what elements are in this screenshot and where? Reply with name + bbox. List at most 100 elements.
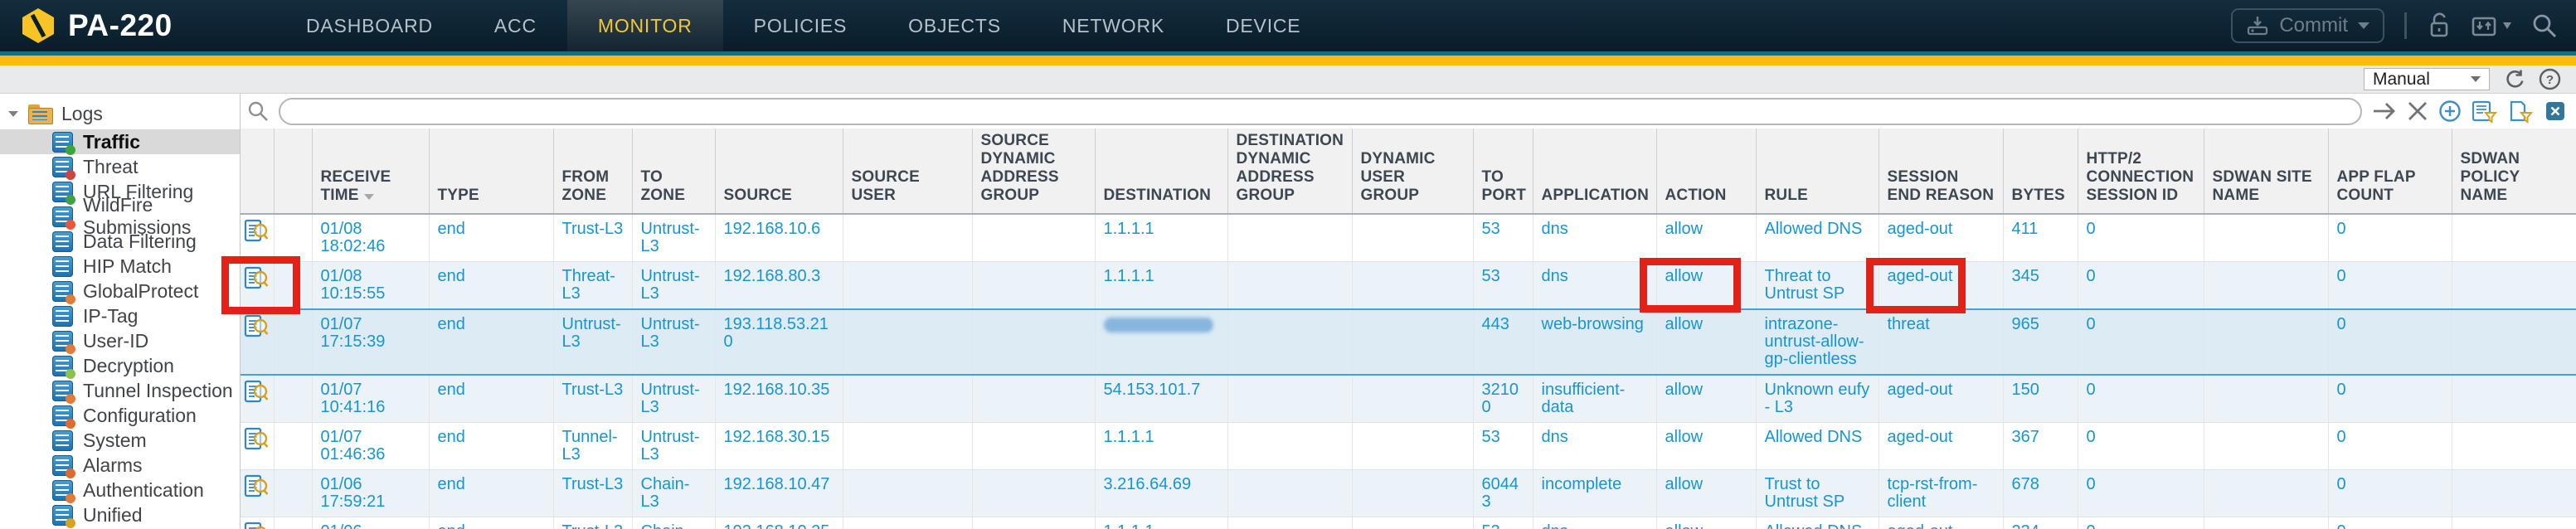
nav-tab-dashboard[interactable]: DASHBOARD: [275, 0, 464, 51]
log-cell-application[interactable]: web-browsing: [1533, 309, 1656, 375]
log-cell-sdwan_site[interactable]: [2204, 375, 2328, 423]
log-cell-action[interactable]: allow: [1656, 375, 1756, 423]
sidebar-item-tunnel-inspection[interactable]: Tunnel Inspection: [0, 378, 240, 403]
log-cell-type[interactable]: end: [429, 309, 553, 375]
nav-tab-monitor[interactable]: MONITOR: [567, 0, 723, 51]
log-cell-receive_time[interactable]: 01/07 01:46:36: [312, 423, 429, 470]
log-cell-action[interactable]: allow: [1656, 262, 1756, 310]
sidebar-item-unified[interactable]: Unified: [0, 502, 240, 527]
log-cell-destination[interactable]: 1.1.1.1: [1095, 423, 1227, 470]
log-cell-detail[interactable]: [241, 262, 274, 310]
log-cell-sdwan_policy[interactable]: [2452, 375, 2576, 423]
sidebar-node-logs[interactable]: Logs: [0, 94, 240, 129]
log-cell-session_end_reason[interactable]: threat: [1879, 309, 2003, 375]
log-cell-sdwan_policy[interactable]: [2452, 423, 2576, 470]
log-cell-to_zone[interactable]: Untrust-L3: [632, 309, 715, 375]
log-cell-sdwan_policy[interactable]: [2452, 517, 2576, 529]
log-cell-sdwan_policy[interactable]: [2452, 470, 2576, 517]
column-header-flag[interactable]: [274, 129, 312, 214]
log-cell-type[interactable]: end: [429, 423, 553, 470]
log-cell-action[interactable]: allow: [1656, 423, 1756, 470]
tree-collapse-icon[interactable]: [8, 111, 18, 117]
sidebar-item-system[interactable]: System: [0, 428, 240, 453]
column-header-receive_time[interactable]: RECEIVE TIME: [312, 129, 429, 214]
log-cell-receive_time[interactable]: 01/06 17:59:21: [312, 470, 429, 517]
column-header-source[interactable]: SOURCE: [715, 129, 843, 214]
log-detail-icon[interactable]: [244, 474, 269, 497]
log-cell-receive_time[interactable]: 01/06 11:44:01: [312, 517, 429, 529]
nav-tab-objects[interactable]: OBJECTS: [877, 0, 1032, 51]
log-cell-source[interactable]: 192.168.80.3: [715, 262, 843, 310]
log-cell-http2_session_id[interactable]: 0: [2078, 262, 2204, 310]
column-header-dynamic_user_group[interactable]: DYNAMIC USER GROUP: [1352, 129, 1473, 214]
log-cell-dynamic_user_group[interactable]: [1352, 309, 1473, 375]
log-cell-detail[interactable]: [241, 517, 274, 529]
log-cell-type[interactable]: end: [429, 470, 553, 517]
log-cell-session_end_reason[interactable]: aged-out: [1879, 517, 2003, 529]
nav-tab-network[interactable]: NETWORK: [1032, 0, 1195, 51]
load-filter-button[interactable]: [2508, 99, 2535, 124]
log-cell-source_dag[interactable]: [972, 262, 1095, 310]
log-cell-application[interactable]: dns: [1533, 262, 1656, 310]
log-cell-type[interactable]: end: [429, 214, 553, 262]
log-cell-destination[interactable]: 54.153.101.7: [1095, 375, 1227, 423]
log-cell-to_port[interactable]: 443: [1473, 309, 1533, 375]
log-cell-http2_session_id[interactable]: 0: [2078, 375, 2204, 423]
log-row-2[interactable]: 01/08 10:15:55endThreat-L3Untrust-L3192.…: [241, 262, 2576, 310]
log-cell-detail[interactable]: [241, 214, 274, 262]
log-cell-rule[interactable]: Allowed DNS: [1756, 517, 1879, 529]
log-cell-destination[interactable]: [1095, 309, 1227, 375]
column-header-type[interactable]: TYPE: [429, 129, 553, 214]
log-row-3[interactable]: 01/07 17:15:39endUntrust-L3Untrust-L3193…: [241, 309, 2576, 375]
log-cell-source_user[interactable]: [843, 309, 972, 375]
log-cell-from_zone[interactable]: Trust-L3: [553, 214, 632, 262]
log-cell-bytes[interactable]: 367: [2003, 423, 2078, 470]
log-cell-app_flap_count[interactable]: 0: [2328, 375, 2452, 423]
log-row-6[interactable]: 01/06 17:59:21endTrust-L3Chain-L3192.168…: [241, 470, 2576, 517]
log-cell-to_zone[interactable]: Untrust-L3: [632, 423, 715, 470]
log-cell-rule[interactable]: Trust to Untrust SP: [1756, 470, 1879, 517]
column-header-rule[interactable]: RULE: [1756, 129, 1879, 214]
log-cell-http2_session_id[interactable]: 0: [2078, 423, 2204, 470]
log-cell-action[interactable]: allow: [1656, 470, 1756, 517]
log-cell-app_flap_count[interactable]: 0: [2328, 470, 2452, 517]
log-cell-http2_session_id[interactable]: 0: [2078, 309, 2204, 375]
log-cell-detail[interactable]: [241, 309, 274, 375]
log-cell-dynamic_user_group[interactable]: [1352, 470, 1473, 517]
column-header-detail[interactable]: [241, 129, 274, 214]
log-cell-rule[interactable]: Allowed DNS: [1756, 423, 1879, 470]
nav-tab-device[interactable]: DEVICE: [1195, 0, 1331, 51]
column-header-action[interactable]: ACTION: [1656, 129, 1756, 214]
log-cell-rule[interactable]: intrazone-untrust-allow-gp-clientless: [1756, 309, 1879, 375]
refresh-icon[interactable]: [2503, 68, 2525, 90]
log-cell-from_zone[interactable]: Threat-L3: [553, 262, 632, 310]
log-detail-icon[interactable]: [244, 266, 269, 289]
log-cell-app_flap_count[interactable]: 0: [2328, 309, 2452, 375]
log-cell-rule[interactable]: Unknown eufy - L3: [1756, 375, 1879, 423]
column-header-session_end_reason[interactable]: SESSION END REASON: [1879, 129, 2003, 214]
log-cell-application[interactable]: dns: [1533, 517, 1656, 529]
apply-filter-button[interactable]: [2372, 100, 2397, 122]
log-cell-flag[interactable]: [274, 375, 312, 423]
log-cell-detail[interactable]: [241, 375, 274, 423]
log-cell-type[interactable]: end: [429, 517, 553, 529]
log-cell-detail[interactable]: [241, 470, 274, 517]
log-cell-flag[interactable]: [274, 470, 312, 517]
log-cell-from_zone[interactable]: Tunnel-L3: [553, 423, 632, 470]
log-row-1[interactable]: 01/08 18:02:46endTrust-L3Untrust-L3192.1…: [241, 214, 2576, 262]
log-cell-dest_dag[interactable]: [1227, 423, 1352, 470]
log-cell-flag[interactable]: [274, 423, 312, 470]
log-cell-bytes[interactable]: 345: [2003, 262, 2078, 310]
export-button[interactable]: [2544, 100, 2566, 122]
log-cell-session_end_reason[interactable]: aged-out: [1879, 214, 2003, 262]
log-cell-to_port[interactable]: 53: [1473, 262, 1533, 310]
log-cell-action[interactable]: allow: [1656, 517, 1756, 529]
column-header-application[interactable]: APPLICATION: [1533, 129, 1656, 214]
clear-filter-button[interactable]: [2407, 100, 2428, 122]
log-cell-sdwan_site[interactable]: [2204, 309, 2328, 375]
log-cell-from_zone[interactable]: Trust-L3: [553, 517, 632, 529]
log-row-4[interactable]: 01/07 10:41:16endTrust-L3Untrust-L3192.1…: [241, 375, 2576, 423]
column-header-to_port[interactable]: TO PORT: [1473, 129, 1533, 214]
sidebar-item-user-id[interactable]: User-ID: [0, 328, 240, 353]
log-cell-source_user[interactable]: [843, 423, 972, 470]
